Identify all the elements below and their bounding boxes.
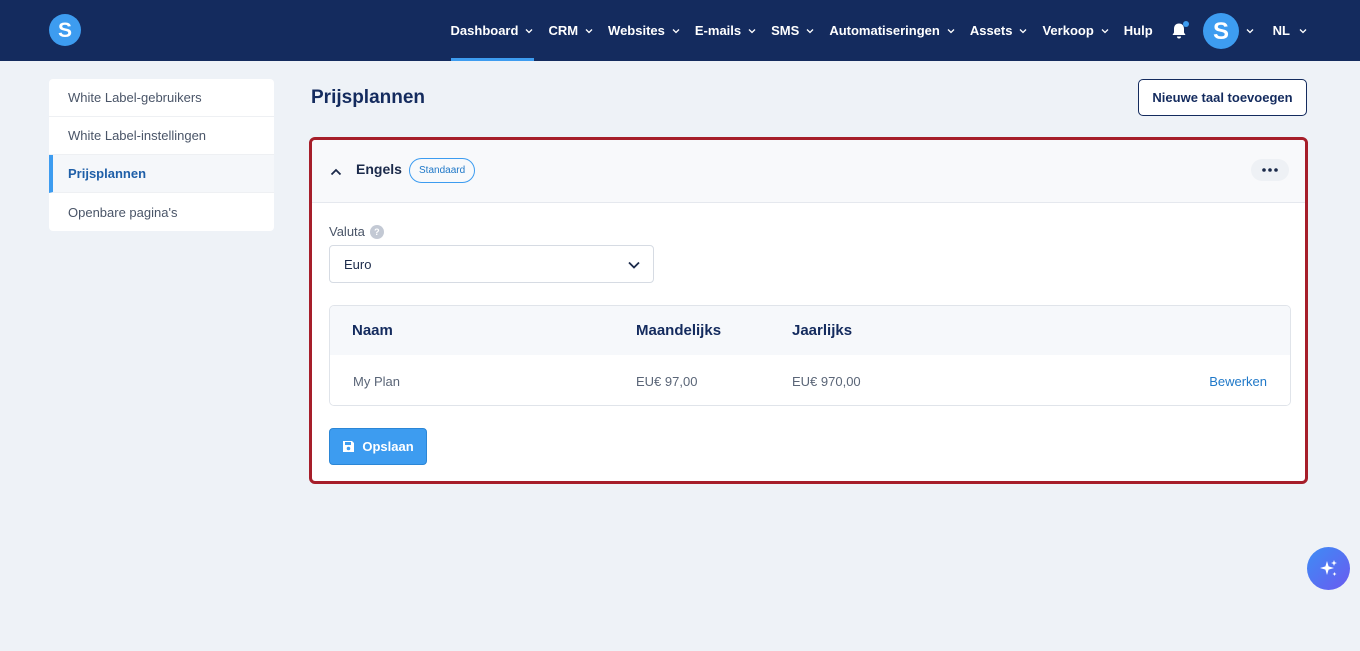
nav-label: Assets: [969, 23, 1013, 38]
language-name: Engels: [356, 161, 402, 177]
nav-label: Dashboard: [450, 23, 519, 38]
nav-label: Verkoop: [1042, 23, 1094, 38]
sidebar-item-label: Prijsplannen: [68, 166, 147, 181]
edit-plan-link[interactable]: Bewerken: [1209, 374, 1267, 389]
nav-verkoop[interactable]: Verkoop: [1042, 0, 1109, 61]
sidebar-item-label: Openbare pagina's: [68, 204, 178, 220]
nav-assets[interactable]: Assets: [970, 0, 1029, 61]
nav-label: CRM: [548, 23, 579, 38]
default-badge: Standaard: [409, 158, 476, 183]
chevron-down-icon: [1246, 28, 1254, 33]
plan-yearly-price: EU€ 970,00: [792, 374, 861, 389]
pricing-plans-table: Naam Maandelijks Jaarlijks My Plan EU€ 9…: [329, 305, 1291, 406]
card-header[interactable]: Engels Standaard: [312, 140, 1305, 203]
language-pricing-card: Engels Standaard Valuta ? Euro Naam Maan…: [309, 137, 1308, 484]
plan-name: My Plan: [353, 374, 400, 389]
nav-websites[interactable]: Websites: [608, 0, 681, 61]
chevron-down-icon: [1101, 28, 1109, 33]
top-navigation-bar: S Dashboard CRM Websites E-mails SMS Aut…: [0, 0, 1360, 61]
sidebar-item-label: White Label-instellingen: [68, 128, 207, 143]
currency-label-text: Valuta: [329, 224, 365, 239]
add-language-button[interactable]: Nieuwe taal toevoegen: [1138, 79, 1307, 116]
language-label: NL: [1272, 23, 1290, 38]
notification-dot: [1182, 20, 1189, 27]
currency-label: Valuta ?: [329, 224, 384, 239]
help-icon[interactable]: ?: [369, 224, 384, 239]
chevron-down-icon: [748, 28, 756, 33]
sidebar-item-pricing-plans[interactable]: Prijsplannen: [49, 155, 274, 193]
sidebar-item-white-label-settings[interactable]: White Label-instellingen: [49, 117, 274, 155]
nav-label: Automatiseringen: [829, 23, 940, 38]
save-icon: [343, 441, 355, 452]
chevron-down-icon: [806, 28, 814, 33]
table-row: My Plan EU€ 97,00 EU€ 970,00 Bewerken: [330, 355, 1290, 405]
user-menu[interactable]: S: [1202, 12, 1255, 49]
svg-text:S: S: [58, 19, 72, 41]
avatar: S: [1202, 12, 1239, 49]
column-header-yearly: Jaarlijks: [792, 322, 853, 339]
nav-label: Hulp: [1123, 23, 1153, 38]
chevron-down-icon: [672, 28, 680, 33]
save-button-label: Opslaan: [362, 439, 414, 454]
save-button[interactable]: Opslaan: [329, 428, 427, 465]
chevron-down-icon: [1020, 28, 1027, 33]
more-horizontal-icon: [1262, 168, 1278, 172]
notifications-bell-icon[interactable]: [1169, 20, 1189, 41]
chevron-down-icon: [947, 28, 955, 33]
currency-select-value: Euro: [344, 256, 372, 272]
chevron-down-icon: [628, 261, 640, 269]
page-title: Prijsplannen: [311, 87, 426, 108]
column-header-monthly: Maandelijks: [636, 322, 722, 339]
chevron-down-icon: [1299, 28, 1307, 33]
nav-label: E-mails: [694, 23, 742, 38]
language-switcher[interactable]: NL: [1273, 0, 1308, 61]
nav-hulp[interactable]: Hulp: [1124, 0, 1153, 61]
nav-label: SMS: [771, 23, 800, 38]
sidebar-item-white-label-users[interactable]: White Label-gebruikers: [49, 79, 274, 117]
more-options-button[interactable]: [1251, 159, 1289, 181]
settings-sidebar: White Label-gebruikers White Label-inste…: [49, 79, 274, 231]
svg-text:S: S: [1213, 19, 1229, 43]
column-header-name: Naam: [352, 322, 393, 339]
main-nav: Dashboard CRM Websites E-mails SMS Autom…: [437, 0, 1308, 61]
ai-assistant-button[interactable]: [1307, 547, 1350, 590]
nav-label: Websites: [608, 23, 665, 38]
nav-emails[interactable]: E-mails: [695, 0, 757, 61]
chevron-up-icon[interactable]: [329, 165, 343, 179]
chevron-down-icon: [585, 28, 593, 33]
brand-logo-icon[interactable]: S: [49, 14, 81, 46]
nav-automatiseringen[interactable]: Automatiseringen: [829, 0, 956, 61]
chevron-down-icon: [525, 28, 533, 33]
plan-monthly-price: EU€ 97,00: [636, 374, 698, 389]
nav-crm[interactable]: CRM: [548, 0, 594, 61]
sidebar-item-public-pages[interactable]: Openbare pagina's: [49, 193, 274, 231]
table-header: Naam Maandelijks Jaarlijks: [330, 306, 1290, 355]
sparkle-icon: [1319, 559, 1337, 576]
sidebar-item-label: White Label-gebruikers: [68, 90, 202, 105]
nav-dashboard[interactable]: Dashboard: [450, 0, 535, 61]
nav-sms[interactable]: SMS: [771, 0, 815, 61]
currency-select[interactable]: Euro: [329, 245, 654, 283]
